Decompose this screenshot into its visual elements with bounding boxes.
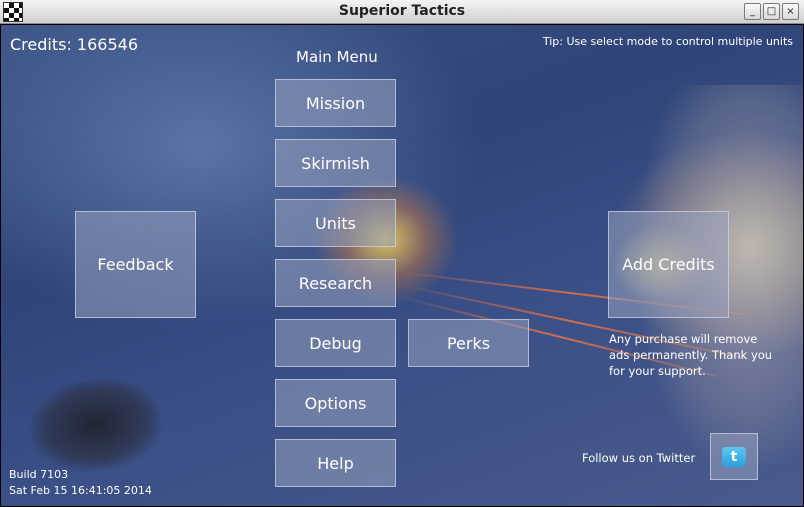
window-titlebar: Superior Tactics _ □ × [0, 0, 804, 24]
game-viewport: Credits: 166546 Tip: Use select mode to … [1, 25, 803, 506]
help-button[interactable]: Help [275, 439, 396, 487]
maximize-button[interactable]: □ [763, 3, 780, 20]
feedback-button[interactable]: Feedback [75, 211, 196, 318]
units-button[interactable]: Units [275, 199, 396, 247]
debug-button[interactable]: Debug [275, 319, 396, 367]
main-menu-title: Main Menu [296, 48, 378, 66]
twitter-bird-icon: t [722, 446, 746, 467]
follow-twitter-text: Follow us on Twitter [582, 451, 696, 465]
twitter-button[interactable]: t [710, 433, 758, 480]
build-info: Build 7103 Sat Feb 15 16:41:05 2014 [9, 467, 152, 499]
build-number: Build 7103 [9, 468, 69, 481]
build-date: Sat Feb 15 16:41:05 2014 [9, 484, 152, 497]
research-button[interactable]: Research [275, 259, 396, 307]
mission-button[interactable]: Mission [275, 79, 396, 127]
purchase-note: Any purchase will remove ads permanently… [609, 332, 773, 378]
background-ship [25, 371, 167, 479]
close-button[interactable]: × [782, 3, 799, 20]
credits-display: Credits: 166546 [10, 35, 139, 54]
tip-text: Tip: Use select mode to control multiple… [542, 35, 793, 48]
skirmish-button[interactable]: Skirmish [275, 139, 396, 187]
add-credits-button[interactable]: Add Credits [608, 211, 729, 318]
options-button[interactable]: Options [275, 379, 396, 427]
perks-button[interactable]: Perks [408, 319, 529, 367]
window-title: Superior Tactics [338, 3, 466, 19]
minimize-button[interactable]: _ [744, 3, 761, 20]
